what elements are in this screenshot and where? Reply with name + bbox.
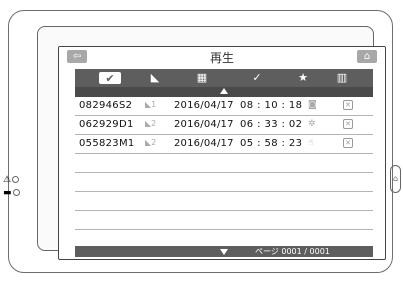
record-id: 055823M1 bbox=[79, 138, 135, 149]
check-circle-icon: ✓ bbox=[252, 71, 262, 84]
record-time: 06 : 33 : 02 bbox=[240, 119, 303, 130]
record-time: 05 : 58 : 23 bbox=[240, 138, 303, 149]
camera-icon: ◣ bbox=[150, 71, 160, 84]
empty-row bbox=[75, 173, 373, 192]
camera-icon: ◣2 bbox=[145, 119, 157, 128]
filter-tab-favorites[interactable]: ★ bbox=[292, 71, 314, 85]
record-row[interactable]: 062929D1 ◣2 2016/04/17 06 : 33 : 02 ✲ ✕ bbox=[75, 116, 373, 135]
alert-led-icon bbox=[12, 176, 20, 183]
x-box-icon[interactable]: ✕ bbox=[343, 138, 353, 148]
filter-tab-check[interactable]: ✓ bbox=[246, 71, 268, 85]
home-icon: ⌂ bbox=[363, 51, 371, 62]
record-id: 062929D1 bbox=[79, 119, 134, 130]
x-box-icon[interactable]: ✕ bbox=[343, 100, 353, 110]
filter-tab-calendar[interactable]: ▦ bbox=[191, 71, 213, 85]
display-screen: ⇦ 再生 ⌂ ✔ ◣ ▦ ✓ ★ ▥ 082946S2 ◣1 2016/04/1… bbox=[58, 46, 386, 260]
trash-icon: ▥ bbox=[336, 71, 348, 84]
page-indicator: ページ 0001 / 0001 bbox=[255, 247, 330, 256]
empty-row bbox=[75, 154, 373, 173]
filter-tab-camera[interactable]: ◣ bbox=[144, 71, 166, 85]
star-icon: ★ bbox=[298, 71, 308, 84]
monitor-device: ⇦ 再生 ⌂ ✔ ◣ ▦ ✓ ★ ▥ 082946S2 ◣1 2016/04/1… bbox=[8, 10, 393, 273]
home-button[interactable]: ⌂ bbox=[357, 50, 377, 63]
filter-toolbar: ✔ ◣ ▦ ✓ ★ ▥ bbox=[75, 69, 373, 87]
camera-icon: ◙ bbox=[308, 100, 317, 110]
x-box-icon[interactable]: ✕ bbox=[343, 119, 353, 129]
record-id: 082946S2 bbox=[79, 100, 133, 111]
camera-icon: ◣2 bbox=[145, 138, 157, 147]
pagination-bar: ページ 0001 / 0001 bbox=[75, 246, 373, 257]
battery-icon: ▬ bbox=[3, 188, 12, 198]
warning-icon: ⚠ bbox=[3, 175, 12, 185]
camera-icon: ◣1 bbox=[145, 100, 157, 109]
motion-icon: ✲ bbox=[308, 119, 316, 129]
alert-indicator: ⚠ bbox=[3, 175, 20, 185]
checkmark-folder-icon: ✔ bbox=[105, 72, 115, 85]
delete-tab[interactable]: ▥ bbox=[331, 71, 353, 85]
scroll-up-icon bbox=[220, 88, 228, 94]
power-indicator: ▬ bbox=[3, 188, 20, 198]
scroll-up-bar[interactable] bbox=[75, 87, 373, 97]
home-icon: ⌂ bbox=[392, 174, 399, 183]
record-row[interactable]: 082946S2 ◣1 2016/04/17 08 : 10 : 18 ◙ ✕ bbox=[75, 97, 373, 116]
record-list: 082946S2 ◣1 2016/04/17 08 : 10 : 18 ◙ ✕ … bbox=[75, 97, 373, 230]
record-time: 08 : 10 : 18 bbox=[240, 100, 303, 111]
playback-panel: ✔ ◣ ▦ ✓ ★ ▥ 082946S2 ◣1 2016/04/17 08 : … bbox=[75, 69, 373, 257]
hardware-home-button[interactable]: ⌂ bbox=[390, 165, 401, 193]
empty-row bbox=[75, 211, 373, 230]
record-date: 2016/04/17 bbox=[174, 119, 234, 130]
power-led-icon bbox=[12, 189, 20, 196]
hand-icon: ☝ bbox=[308, 138, 314, 148]
calendar-icon: ▦ bbox=[196, 71, 208, 84]
page-title: 再生 bbox=[209, 51, 234, 65]
empty-row bbox=[75, 192, 373, 211]
title-bar: ⇦ 再生 ⌂ bbox=[59, 47, 385, 67]
scroll-down-icon[interactable] bbox=[220, 249, 228, 255]
record-date: 2016/04/17 bbox=[174, 100, 234, 111]
screen-bezel: ⇦ 再生 ⌂ ✔ ◣ ▦ ✓ ★ ▥ 082946S2 ◣1 2016/04/1… bbox=[37, 26, 386, 260]
record-row[interactable]: 055823M1 ◣2 2016/04/17 05 : 58 : 23 ☝ ✕ bbox=[75, 135, 373, 154]
record-date: 2016/04/17 bbox=[174, 138, 234, 149]
filter-tab-all[interactable]: ✔ bbox=[99, 72, 121, 85]
